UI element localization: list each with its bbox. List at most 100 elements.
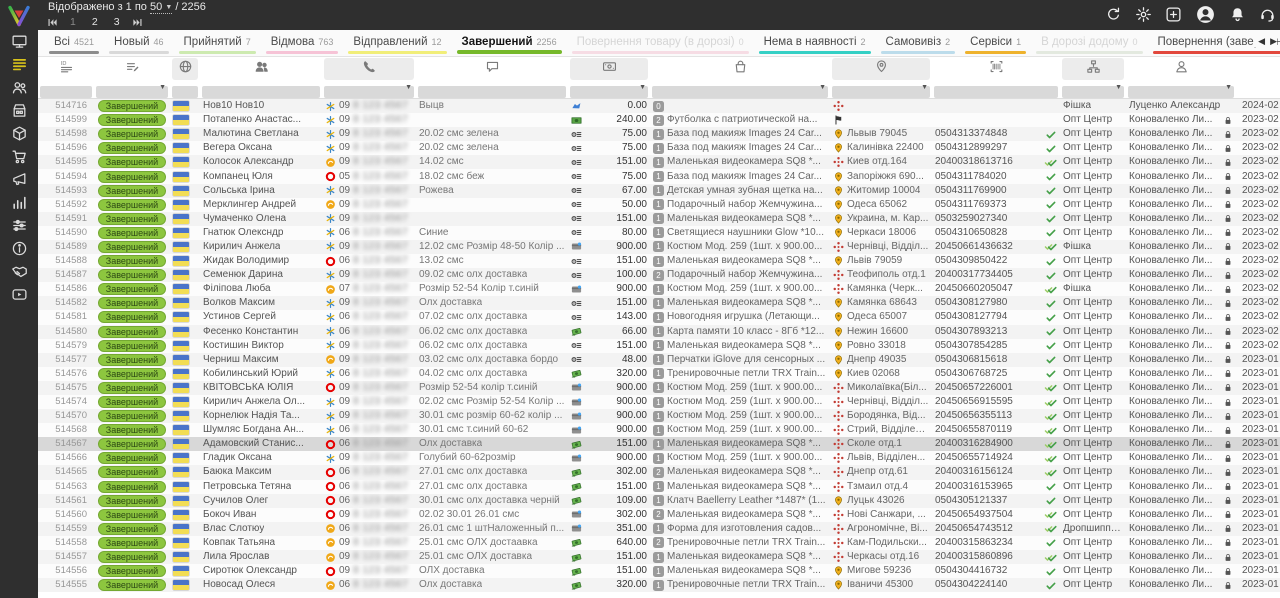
table-row[interactable]: 514561ЗавершенийСучилов Олег068 123 4567…: [38, 494, 1280, 508]
tab-Самовивіз[interactable]: Самовивіз2: [876, 30, 961, 56]
avatar-icon[interactable]: [1195, 4, 1216, 25]
tab-Сервіси[interactable]: Сервіси1: [960, 30, 1031, 56]
table-row[interactable]: 514595ЗавершенийКолосок Александр098 123…: [38, 155, 1280, 169]
sidebar-item-campaigns[interactable]: [7, 174, 31, 190]
tab-Нема в наявності[interactable]: Нема в наявності2: [754, 30, 876, 56]
table-row[interactable]: 514581ЗавершенийУстинов Сергей068 123 45…: [38, 310, 1280, 324]
column-header-id[interactable]: ID: [40, 58, 92, 80]
page-size-dropdown[interactable]: 50 ▼: [150, 1, 172, 14]
table-row[interactable]: 514588ЗавершенийЖидак Володимир068 123 4…: [38, 254, 1280, 268]
table-row[interactable]: 514556ЗавершенийСиротюк Олександр098 123…: [38, 564, 1280, 578]
filter-location[interactable]: [832, 86, 930, 98]
filter-id[interactable]: [40, 86, 92, 98]
sidebar-item-orders[interactable]: [7, 59, 31, 75]
table-row[interactable]: 514599ЗавершенийПотапенко Анастас...098 …: [38, 113, 1280, 127]
table-row[interactable]: 514716ЗавершенийНов10 Нов10098 123 4567В…: [38, 99, 1280, 113]
filter-money[interactable]: [570, 86, 648, 98]
bell-icon[interactable]: [1229, 6, 1246, 23]
filter-country[interactable]: [172, 86, 198, 98]
table-row[interactable]: 514586ЗавершенийФіліпова Люба078 123 456…: [38, 282, 1280, 296]
tab-Всі[interactable]: Всі4521: [44, 30, 104, 56]
table-row[interactable]: 514587ЗавершенийСеменюк Дарина098 123 45…: [38, 268, 1280, 282]
tracking-number: 20400316284900: [932, 437, 1060, 451]
table-row[interactable]: 514570ЗавершенийКорнелюк Надія Та...098 …: [38, 409, 1280, 423]
column-header-products[interactable]: [652, 58, 828, 80]
sidebar-item-info[interactable]: [7, 243, 31, 259]
table-row[interactable]: 514598ЗавершенийМалютина Светлана098 123…: [38, 127, 1280, 141]
table-row[interactable]: 514566ЗавершенийГладик Оксана098 123 456…: [38, 451, 1280, 465]
table-row[interactable]: 514557ЗавершенийЛила Ярослав098 123 4567…: [38, 550, 1280, 564]
column-header-phone[interactable]: [324, 58, 414, 80]
page-number-3[interactable]: 3: [111, 16, 123, 28]
table-row[interactable]: 514565ЗавершенийБаюка Максим068 123 4567…: [38, 465, 1280, 479]
add-order-icon[interactable]: [1165, 6, 1182, 23]
gear-icon[interactable]: [1135, 6, 1152, 23]
table-row[interactable]: 514591ЗавершенийЧумаченко Олена098 123 4…: [38, 212, 1280, 226]
table-row[interactable]: 514582ЗавершенийВолков Максим098 123 456…: [38, 296, 1280, 310]
table-row[interactable]: 514579ЗавершенийКостишин Виктор098 123 4…: [38, 339, 1280, 353]
sidebar-item-settings[interactable]: [7, 220, 31, 236]
table-row[interactable]: 514559ЗавершенийВлас Слотюу068 123 45672…: [38, 522, 1280, 536]
sidebar-item-purchases[interactable]: [7, 151, 31, 167]
tab-Прийнятий[interactable]: Прийнятий7: [174, 30, 261, 56]
filter-manager[interactable]: [1128, 86, 1234, 98]
last-page-icon[interactable]: [131, 17, 144, 28]
sidebar-item-marketplace[interactable]: [7, 105, 31, 121]
tabs-scroll-left-icon[interactable]: ◀: [1258, 36, 1265, 47]
sidebar-item-video-tutorials[interactable]: [7, 289, 31, 305]
tab-Новый[interactable]: Новый46: [104, 30, 174, 56]
filter-comment[interactable]: [418, 86, 566, 98]
column-header-status[interactable]: [96, 58, 168, 80]
table-row[interactable]: 514589ЗавершенийКирилич Анжела098 123 45…: [38, 240, 1280, 254]
tabs-scroll-right-icon[interactable]: ▶: [1270, 36, 1277, 47]
table-row[interactable]: 514574ЗавершенийКирилич Анжела Ол...098 …: [38, 395, 1280, 409]
column-header-channel[interactable]: [1062, 58, 1124, 80]
tracking-number: 0504304224140: [932, 578, 1060, 592]
filter-channel[interactable]: [1062, 86, 1124, 98]
tab-Завершений[interactable]: Завершений2256: [452, 30, 567, 56]
sidebar-item-customers[interactable]: [7, 82, 31, 98]
table-row[interactable]: 514577ЗавершенийЧерниш Максим098 123 456…: [38, 353, 1280, 367]
column-header-comment[interactable]: [418, 58, 566, 80]
support-icon[interactable]: [1259, 6, 1276, 23]
sidebar-item-products[interactable]: [7, 128, 31, 144]
table-row[interactable]: 514596ЗавершенийВегера Оксана098 123 456…: [38, 141, 1280, 155]
filter-products[interactable]: [652, 86, 828, 98]
column-header-tracking[interactable]: [934, 58, 1058, 80]
column-header-location[interactable]: [832, 58, 930, 80]
column-header-country[interactable]: [172, 58, 198, 80]
column-header-customer[interactable]: [202, 58, 320, 80]
tab-Відправлений[interactable]: Відправлений12: [343, 30, 451, 56]
table-row[interactable]: 514594ЗавершенийКомпанец Юля058 123 4567…: [38, 169, 1280, 183]
page-number-2[interactable]: 2: [89, 16, 101, 28]
column-header-money[interactable]: [570, 58, 648, 80]
first-page-icon[interactable]: [46, 17, 59, 28]
table-row[interactable]: 514575ЗавершенийКВІТОВСЬКА ЮЛІЯ098 123 4…: [38, 381, 1280, 395]
table-row[interactable]: 514558ЗавершенийКовпак Татьяна098 123 45…: [38, 536, 1280, 550]
column-header-date[interactable]: [1238, 58, 1278, 80]
table-row[interactable]: 514580ЗавершенийФесенко Константин068 12…: [38, 325, 1280, 339]
table-row[interactable]: 514590ЗавершенийГнатюк Олексндр068 123 4…: [38, 226, 1280, 240]
app-logo-icon[interactable]: [0, 0, 38, 28]
table-row[interactable]: 514555ЗавершенийНовосад Олеся068 123 456…: [38, 578, 1280, 592]
filter-status[interactable]: [96, 86, 168, 98]
filter-customer[interactable]: [202, 86, 320, 98]
sidebar-item-statistics[interactable]: [7, 197, 31, 213]
page-number-1[interactable]: 1: [67, 16, 79, 28]
table-row[interactable]: 514567ЗавершенийАдамовский Станис...068 …: [38, 437, 1280, 451]
filter-phone[interactable]: [324, 86, 414, 98]
table-row[interactable]: 514568ЗавершенийШумляс Богдана Ан...068 …: [38, 423, 1280, 437]
sidebar-item-dashboard[interactable]: [7, 36, 31, 52]
tab-Повернення товару (в дорозі)[interactable]: Повернення товару (в дорозі)0: [567, 30, 754, 56]
table-row[interactable]: 514560ЗавершенийБокоч Иван098 123 456702…: [38, 508, 1280, 522]
table-row[interactable]: 514593ЗавершенийСольська Ірина098 123 45…: [38, 184, 1280, 198]
tab-Відмова[interactable]: Відмова763: [261, 30, 344, 56]
refresh-icon[interactable]: [1105, 6, 1122, 23]
sidebar-item-partners[interactable]: [7, 266, 31, 282]
filter-tracking[interactable]: [934, 86, 1058, 98]
table-row[interactable]: 514563ЗавершенийПетровська Тетяна068 123…: [38, 480, 1280, 494]
table-row[interactable]: 514576ЗавершенийКобилинський Юрий068 123…: [38, 367, 1280, 381]
tab-В дорозі додому[interactable]: В дорозі додому0: [1031, 30, 1147, 56]
table-row[interactable]: 514592ЗавершенийМерклингер Андрей098 123…: [38, 198, 1280, 212]
column-header-manager[interactable]: [1128, 58, 1234, 80]
